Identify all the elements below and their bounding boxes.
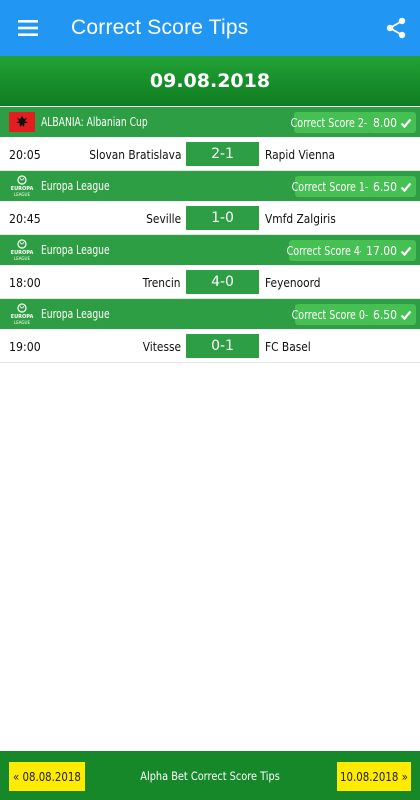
home-team: Slovan Bratislava xyxy=(88,147,181,162)
match-time: 19:00 xyxy=(9,339,41,354)
tip-badge: Correct Score 2-1 xyxy=(291,112,374,133)
tip-label: Correct Score 4-0 xyxy=(287,243,370,258)
tip-badge: Correct Score 1-0 xyxy=(292,176,375,197)
footer-title: Alpha Bet Correct Score Tips xyxy=(140,768,280,783)
tip-label: Correct Score 1-0 xyxy=(292,179,375,194)
app-bar: Correct Score Tips xyxy=(0,0,420,56)
match-list: ALBANIA: Albanian Cup Correct Score 2-1 … xyxy=(0,107,420,363)
league-logo-text: LEAGUE xyxy=(14,320,30,325)
footer-bar: « 08.08.2018 Alpha Bet Correct Score Tip… xyxy=(0,751,420,800)
odds-badge: 6.50 xyxy=(367,304,416,325)
odds-value: 17.00 xyxy=(366,243,397,258)
previous-date-label: « 08.08.2018 xyxy=(13,769,81,784)
match-time: 20:45 xyxy=(9,211,41,226)
league-row: EUROPA LEAGUE Europa League Correct Scor… xyxy=(0,171,420,201)
check-icon xyxy=(400,246,412,256)
home-team: Seville xyxy=(146,211,181,226)
next-date-label: 10.08.2018 » xyxy=(340,769,408,784)
europa-league-logo-icon: EUROPA LEAGUE xyxy=(9,303,35,325)
league-name: ALBANIA: Albanian Cup xyxy=(41,115,148,129)
match-time: 18:00 xyxy=(9,275,41,290)
tip-label: Correct Score 2-1 xyxy=(291,115,374,130)
match-row[interactable]: 19:00 Vitesse 0-1 FC Basel xyxy=(0,329,420,363)
league-row: EUROPA LEAGUE Europa League Correct Scor… xyxy=(0,299,420,329)
away-team: FC Basel xyxy=(265,339,311,354)
share-button[interactable] xyxy=(382,14,410,42)
score-box: 4-0 xyxy=(186,270,259,294)
odds-value: 6.50 xyxy=(372,307,397,322)
match-time: 20:05 xyxy=(9,147,41,162)
league-row: ALBANIA: Albanian Cup Correct Score 2-1 … xyxy=(0,107,420,137)
app-title: Correct Score Tips xyxy=(71,16,249,39)
check-icon xyxy=(400,182,412,192)
away-team: Rapid Vienna xyxy=(265,147,335,162)
league-row: EUROPA LEAGUE Europa League Correct Scor… xyxy=(0,235,420,265)
europa-league-logo-icon: EUROPA LEAGUE xyxy=(9,239,35,261)
away-team: Feyenoord xyxy=(265,275,321,290)
match-row[interactable]: 20:05 Slovan Bratislava 2-1 Rapid Vienna xyxy=(0,137,420,171)
league-name: Europa League xyxy=(41,243,110,257)
home-team: Trencin xyxy=(143,275,181,290)
hamburger-menu-icon xyxy=(18,20,38,36)
score-box: 1-0 xyxy=(186,206,259,230)
share-icon xyxy=(386,17,406,39)
next-date-button[interactable]: 10.08.2018 » xyxy=(337,762,411,791)
odds-badge: 6.50 xyxy=(367,176,416,197)
league-name: Europa League xyxy=(41,307,110,321)
odds-badge: 8.00 xyxy=(367,112,416,133)
tip-badge: Correct Score 4-0 xyxy=(287,240,370,261)
tip-label: Correct Score 0-1 xyxy=(292,307,375,322)
previous-date-button[interactable]: « 08.08.2018 xyxy=(9,762,85,791)
tip-badge: Correct Score 0-1 xyxy=(292,304,375,325)
match-row[interactable]: 18:00 Trencin 4-0 Feyenoord xyxy=(0,265,420,299)
league-name: Europa League xyxy=(41,179,110,193)
odds-value: 8.00 xyxy=(372,115,397,130)
match-row[interactable]: 20:45 Seville 1-0 Vmfd Zalgiris xyxy=(0,201,420,235)
albania-flag-icon xyxy=(9,111,35,133)
odds-badge: 17.00 xyxy=(361,240,416,261)
home-team: Vitesse xyxy=(142,339,181,354)
away-team: Vmfd Zalgiris xyxy=(265,211,336,226)
check-icon xyxy=(400,310,412,320)
europa-league-logo-icon: EUROPA LEAGUE xyxy=(9,175,35,197)
score-box: 0-1 xyxy=(186,334,259,358)
date-header: 09.08.2018 xyxy=(0,56,420,106)
league-logo-text: LEAGUE xyxy=(14,256,30,261)
odds-value: 6.50 xyxy=(372,179,397,194)
check-icon xyxy=(400,118,412,128)
score-box: 2-1 xyxy=(186,142,259,166)
menu-button[interactable] xyxy=(0,0,56,56)
league-logo-text: LEAGUE xyxy=(14,192,30,197)
